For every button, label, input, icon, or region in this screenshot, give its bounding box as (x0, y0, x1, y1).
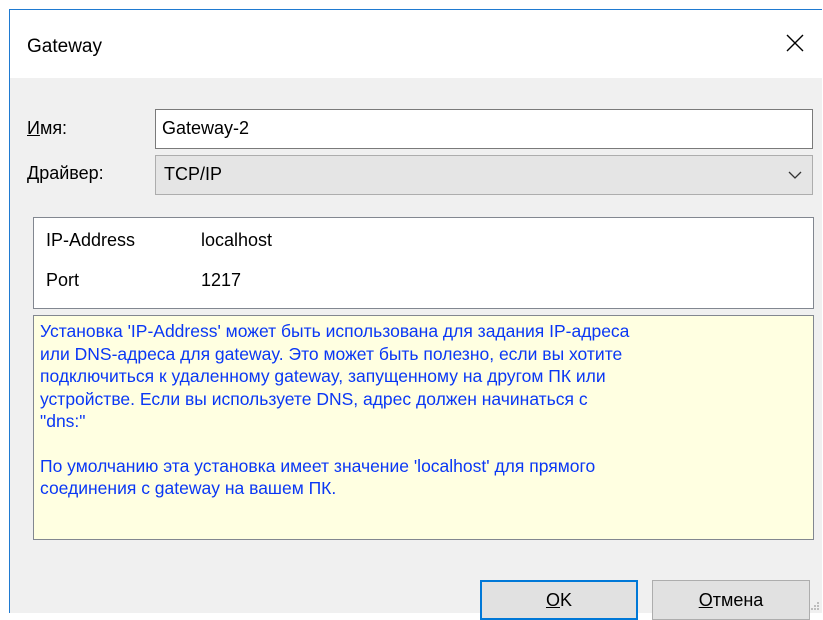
property-key: Port (46, 270, 80, 290)
driver-select-value: TCP/IP (164, 164, 223, 184)
help-spacer (40, 433, 803, 455)
driver-select[interactable]: TCP/IP (155, 155, 813, 195)
help-line: соединения с gateway на вашем ПК. (40, 478, 337, 498)
chevron-down-icon (788, 171, 802, 179)
help-panel: Установка 'IP-Address' может быть исполь… (33, 315, 814, 540)
gateway-dialog: Gateway Имя: Gateway-2 Драйвер: TCP/IP I… (9, 9, 822, 620)
name-input[interactable]: Gateway-2 (155, 109, 813, 149)
property-grid: IP-Address localhost Port 1217 (33, 217, 814, 309)
driver-label: Драйвер: (27, 163, 104, 183)
name-label: Имя: (27, 118, 68, 138)
property-value[interactable]: localhost (201, 230, 272, 251)
help-line: устройстве. Если вы используете DNS, адр… (40, 388, 588, 409)
ok-button[interactable]: OK (480, 580, 638, 620)
close-icon (786, 34, 804, 52)
window-title: Gateway (27, 36, 102, 57)
help-line: или DNS-адреса для gateway. Это может бы… (40, 343, 623, 364)
help-line: Установка 'IP-Address' может быть исполь… (40, 321, 630, 341)
resize-grip-icon[interactable] (810, 601, 820, 611)
help-line: "dns:" (40, 411, 86, 431)
title-bar[interactable]: Gateway (10, 10, 822, 78)
cancel-button[interactable]: Отмена (652, 580, 810, 620)
help-line: По умолчанию эта установка имеет значени… (40, 455, 596, 476)
close-button[interactable] (766, 10, 822, 78)
property-key: IP-Address (46, 230, 136, 250)
property-value[interactable]: 1217 (201, 270, 241, 291)
help-line: подключиться к удаленному gateway, запущ… (40, 366, 606, 386)
